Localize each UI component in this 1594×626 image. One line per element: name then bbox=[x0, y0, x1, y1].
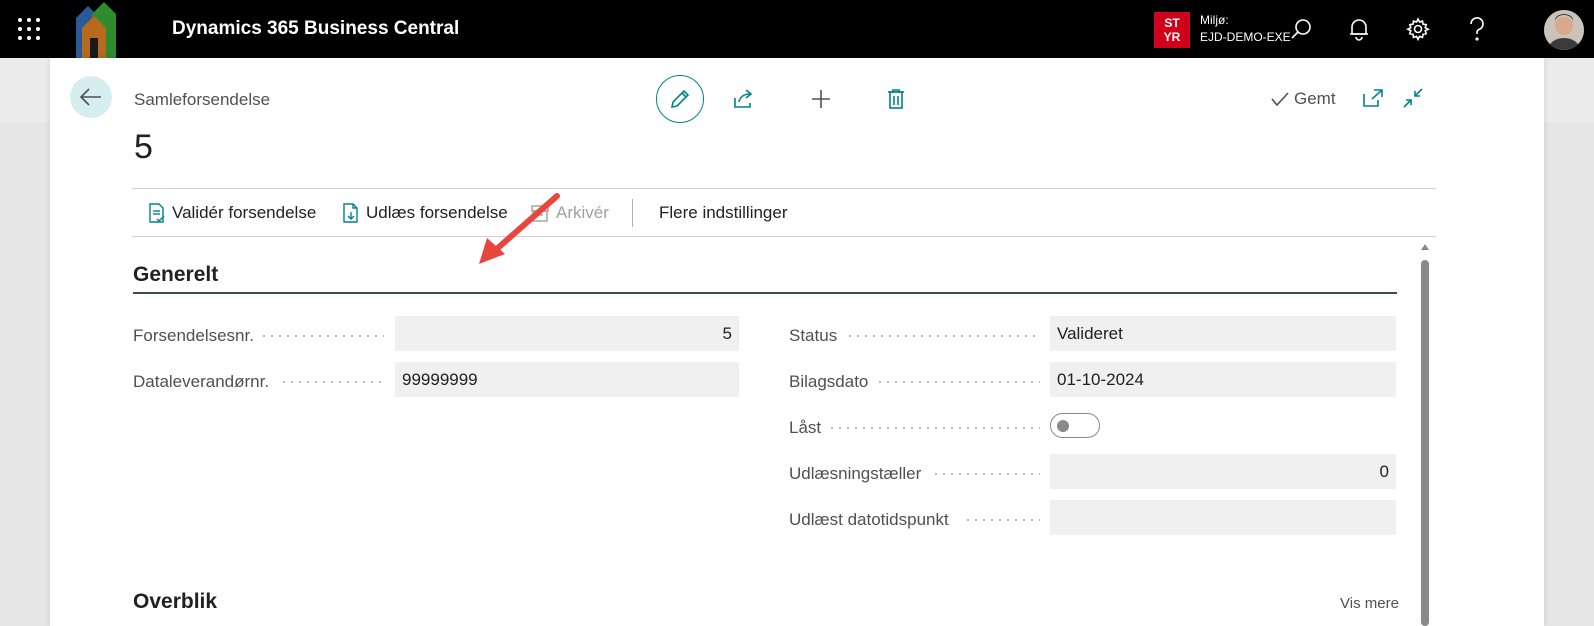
export-counter-field[interactable]: 0 bbox=[1050, 454, 1396, 489]
validate-shipment-action[interactable]: Validér forsendelse bbox=[148, 203, 316, 223]
shipment-no-field[interactable]: 5 bbox=[395, 316, 739, 351]
field-label-shipment-no: Forsendelsesnr. bbox=[133, 326, 254, 345]
scroll-up-arrow[interactable] bbox=[1421, 244, 1429, 250]
action-separator bbox=[632, 199, 633, 227]
field-label-data-supplier-no: Dataleverandørnr. bbox=[133, 372, 270, 391]
top-bar: Dynamics 365 Business Central ST YR Milj… bbox=[0, 0, 1594, 58]
locked-toggle[interactable] bbox=[1050, 413, 1100, 438]
new-button[interactable] bbox=[808, 86, 834, 112]
trash-icon bbox=[888, 89, 904, 109]
scrollbar-thumb[interactable] bbox=[1421, 260, 1429, 626]
section-title-overview[interactable]: Overblik bbox=[133, 590, 217, 614]
gear-icon[interactable] bbox=[1403, 14, 1433, 44]
field-leader-dots bbox=[964, 519, 1040, 521]
field-leader-dots bbox=[876, 381, 1040, 383]
environment-info[interactable]: Miljø: EJD-DEMO-EXE bbox=[1200, 12, 1291, 46]
action-bar: Validér forsendelse Udlæs forsendelse Ar… bbox=[132, 188, 1436, 237]
show-more-link[interactable]: Vis mere bbox=[1340, 595, 1399, 612]
share-icon bbox=[734, 89, 753, 108]
page-title: 5 bbox=[134, 128, 153, 166]
back-button[interactable] bbox=[70, 76, 112, 118]
company-logo bbox=[76, 2, 116, 58]
toggle-knob bbox=[1057, 420, 1069, 432]
field-leader-dots bbox=[932, 473, 1040, 475]
bell-icon[interactable] bbox=[1344, 14, 1374, 44]
plus-icon bbox=[812, 90, 830, 108]
help-icon[interactable] bbox=[1462, 14, 1492, 44]
saved-status: Gemt bbox=[1270, 89, 1336, 109]
collapse-icon bbox=[1403, 88, 1423, 108]
app-title[interactable]: Dynamics 365 Business Central bbox=[172, 18, 459, 40]
field-leader-dots bbox=[280, 381, 384, 383]
annotation-arrow-icon bbox=[479, 193, 560, 264]
more-options-label: Flere indstillinger bbox=[659, 203, 788, 222]
document-date-field[interactable]: 01-10-2024 bbox=[1050, 362, 1396, 397]
breadcrumb: Samleforsendelse bbox=[134, 90, 271, 109]
app-launcher-icon[interactable] bbox=[18, 18, 40, 40]
open-in-new-icon bbox=[1363, 89, 1383, 107]
collapse-button[interactable] bbox=[1400, 85, 1426, 111]
saved-label: Gemt bbox=[1294, 89, 1336, 108]
open-new-window-button[interactable] bbox=[1360, 85, 1386, 111]
status-field[interactable]: Valideret bbox=[1050, 316, 1396, 351]
field-leader-dots bbox=[260, 335, 384, 337]
checkmark-icon bbox=[1271, 92, 1289, 107]
data-supplier-no-field[interactable]: 99999999 bbox=[395, 362, 739, 397]
user-avatar[interactable] bbox=[1544, 10, 1584, 50]
arrow-left-icon bbox=[79, 88, 101, 106]
search-icon[interactable] bbox=[1286, 14, 1316, 44]
export-doc-icon bbox=[343, 203, 358, 223]
field-leader-dots bbox=[828, 427, 1040, 429]
field-label-exported-datetime: Udlæst datotidspunkt bbox=[789, 510, 949, 529]
validate-shipment-label: Validér forsendelse bbox=[172, 203, 317, 222]
field-label-export-counter: Udlæsningstæller bbox=[789, 464, 922, 483]
section-divider bbox=[133, 292, 1397, 294]
field-label-locked: Låst bbox=[789, 418, 822, 437]
delete-button[interactable] bbox=[883, 86, 909, 112]
field-leader-dots bbox=[846, 335, 1040, 337]
edit-button[interactable] bbox=[656, 75, 704, 123]
field-label-status: Status bbox=[789, 326, 838, 345]
share-button[interactable] bbox=[731, 86, 757, 112]
validate-doc-icon bbox=[149, 203, 165, 223]
more-options-action[interactable]: Flere indstillinger bbox=[659, 203, 788, 223]
environment-name: EJD-DEMO-EXE bbox=[1200, 30, 1291, 44]
environment-label: Miljø: bbox=[1200, 13, 1229, 27]
section-title-general[interactable]: Generelt bbox=[133, 263, 218, 287]
environment-badge[interactable]: ST YR bbox=[1154, 12, 1190, 48]
record-card: Samleforsendelse 5 Gemt Validér forsende… bbox=[50, 58, 1544, 626]
pencil-icon bbox=[670, 89, 690, 109]
exported-datetime-field[interactable] bbox=[1050, 500, 1396, 535]
field-label-document-date: Bilagsdato bbox=[789, 372, 869, 391]
